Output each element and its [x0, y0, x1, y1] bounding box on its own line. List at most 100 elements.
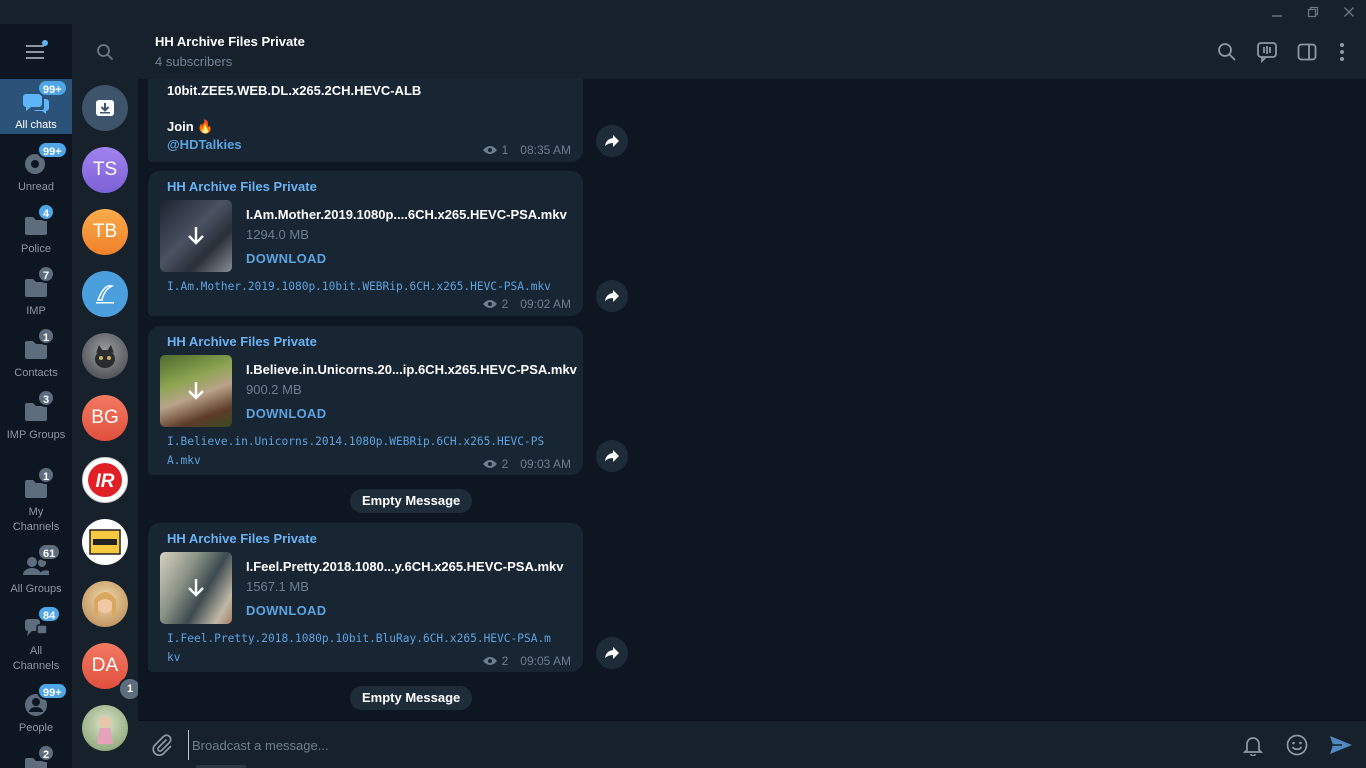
download-link[interactable]: DOWNLOAD: [246, 603, 326, 618]
folder-icon: 4: [22, 203, 56, 240]
download-link[interactable]: DOWNLOAD: [246, 251, 326, 266]
folder-people[interactable]: 99+ People: [0, 682, 72, 736]
avatar-logo-blue[interactable]: [82, 271, 128, 317]
ir-logo-icon: IR: [88, 463, 122, 497]
file-size: 900.2 MB: [246, 382, 302, 397]
more-vert-icon[interactable]: [1330, 40, 1354, 64]
file-message[interactable]: HH Archive Files Private I.Am.Mother.201…: [148, 171, 583, 316]
forward-button[interactable]: [596, 280, 628, 312]
folder-more[interactable]: 2: [0, 744, 72, 768]
avatar-ir-logo[interactable]: IR: [82, 457, 128, 503]
attach-icon[interactable]: [150, 733, 174, 757]
message-input[interactable]: [188, 730, 1232, 760]
views-eye-icon: [482, 300, 497, 308]
avatar-da[interactable]: DA 1: [82, 643, 138, 701]
folder-unread[interactable]: 99+ Unread: [0, 141, 72, 195]
chat-list: TS TB BG IR DA 1: [72, 24, 138, 768]
folder-imp[interactable]: 7 IMP: [0, 265, 72, 319]
folder-label: All chats: [15, 119, 57, 131]
menu-button[interactable]: [0, 24, 72, 79]
sender-name[interactable]: HH Archive Files Private: [167, 179, 317, 194]
folder-imp-groups[interactable]: 3 IMP Groups: [0, 389, 72, 443]
forward-icon: [605, 450, 619, 462]
folder-police[interactable]: 4 Police: [0, 203, 72, 257]
download-arrow-icon: [160, 200, 232, 272]
avatar-ts[interactable]: TS: [82, 147, 128, 193]
avatar-photo-child[interactable]: [82, 705, 128, 751]
message-text: 10bit.ZEE5.WEB.DL.x265.2CH.HEVC-ALB: [167, 83, 422, 98]
download-link[interactable]: DOWNLOAD: [246, 406, 326, 421]
folder-all-groups[interactable]: 61 All Groups: [0, 543, 72, 597]
folder-sidebar: 99+ All chats 99+ Unread 4 Police 7 IMP …: [0, 24, 72, 768]
forward-button[interactable]: [596, 440, 628, 472]
restore-icon[interactable]: [1296, 0, 1330, 24]
file-size: 1567.1 MB: [246, 579, 309, 594]
view-count: 2: [501, 654, 509, 668]
forward-icon: [605, 290, 619, 302]
emoji-icon[interactable]: [1285, 733, 1309, 757]
minimize-icon[interactable]: [1260, 0, 1294, 24]
bell-icon[interactable]: [1241, 733, 1265, 757]
avatar-unread-badge: 1: [118, 677, 138, 701]
message-time: 09:03 AM: [520, 457, 571, 471]
archive-avatar[interactable]: [82, 85, 128, 131]
avatar-bg[interactable]: BG: [82, 395, 128, 441]
file-thumbnail[interactable]: [160, 552, 232, 624]
folder-label: All Channels: [12, 645, 60, 672]
file-caption: I.Am.Mother.2019.1080p.10bit.WEBRip.6CH.…: [167, 280, 551, 293]
file-message[interactable]: HH Archive Files Private I.Feel.Pretty.2…: [148, 523, 583, 672]
close-icon[interactable]: [1332, 0, 1366, 24]
message-meta: 2 09:03 AM: [482, 457, 571, 471]
unread-icon: 99+: [22, 141, 68, 178]
notification-dot: [42, 40, 48, 46]
folder-icon: 1: [22, 327, 56, 364]
folder-badge: 99+: [37, 682, 68, 700]
folder-label: Contacts: [14, 367, 58, 379]
avatar-initials: DA: [91, 655, 119, 676]
folder-my-channels[interactable]: 1 My Channels: [0, 466, 72, 535]
file-size: 1294.0 MB: [246, 227, 309, 242]
avatar-photo-cat[interactable]: [82, 333, 128, 379]
channels-icon: 84: [22, 605, 62, 642]
folder-badge: 84: [37, 605, 62, 623]
avatar-tb[interactable]: TB: [82, 209, 128, 255]
sidebar-toggle-icon[interactable]: [1295, 40, 1319, 64]
folder-icon: 3: [22, 389, 56, 426]
avatar-offer-box[interactable]: [82, 519, 128, 565]
offer-box-icon: [89, 529, 121, 555]
folder-icon: 7: [22, 265, 56, 302]
folder-all-chats[interactable]: 99+ All chats: [0, 79, 72, 134]
avatar-photo-woman[interactable]: [82, 581, 128, 627]
woman-photo-icon: [94, 591, 116, 616]
chatlist-search-button[interactable]: [72, 24, 138, 79]
chat-title[interactable]: HH Archive Files Private: [155, 34, 305, 49]
file-thumbnail[interactable]: [160, 355, 232, 427]
sender-name[interactable]: HH Archive Files Private: [167, 531, 317, 546]
forward-button[interactable]: [596, 637, 628, 669]
file-message[interactable]: HH Archive Files Private I.Believe.in.Un…: [148, 326, 583, 475]
mention-link[interactable]: @HDTalkies: [167, 137, 242, 152]
folder-badge: 7: [37, 265, 56, 283]
chat-header: HH Archive Files Private 4 subscribers: [138, 24, 1366, 80]
send-icon[interactable]: [1329, 733, 1353, 757]
file-name: I.Believe.in.Unicorns.20...ip.6CH.x265.H…: [246, 362, 577, 377]
file-thumbnail[interactable]: [160, 200, 232, 272]
folder-badge: 1: [37, 466, 56, 484]
folder-label: My Channels: [12, 506, 60, 533]
avatar-initials: BG: [91, 407, 119, 428]
forward-icon: [605, 135, 619, 147]
message-time: 09:02 AM: [520, 297, 571, 311]
folder-label: Police: [21, 243, 51, 255]
folder-contacts[interactable]: 1 Contacts: [0, 327, 72, 381]
live-stream-icon[interactable]: [1255, 40, 1279, 64]
views-eye-icon: [482, 146, 497, 154]
service-message: Empty Message: [350, 686, 473, 710]
folder-all-channels[interactable]: 84 All Channels: [0, 605, 72, 674]
sender-name[interactable]: HH Archive Files Private: [167, 334, 317, 349]
download-arrow-icon: [160, 552, 232, 624]
forward-button[interactable]: [596, 125, 628, 157]
message-bubble[interactable]: 10bit.ZEE5.WEB.DL.x265.2CH.HEVC-ALB Join…: [148, 79, 583, 162]
file-name: I.Am.Mother.2019.1080p....6CH.x265.HEVC-…: [246, 207, 567, 222]
view-count: 1: [501, 143, 509, 157]
search-icon[interactable]: [1215, 40, 1239, 64]
